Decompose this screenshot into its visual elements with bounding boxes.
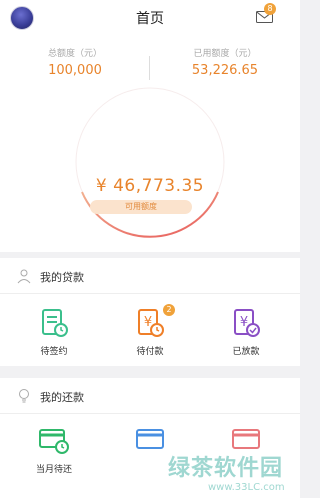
available-credit-value: ¥ 46,773.35	[95, 176, 205, 196]
used-credit: 已用额度（元） 53,226.65	[150, 46, 300, 78]
yuan-check-icon: ¥	[234, 309, 260, 337]
card-icon	[136, 429, 164, 449]
contract-doc-icon	[42, 309, 68, 337]
repay-item-2[interactable]	[100, 426, 200, 462]
total-credit-value: 100,000	[48, 63, 102, 78]
loan-item-label: 待付款	[136, 347, 164, 357]
card-icon	[232, 429, 260, 449]
my-repayments-section: 我的还款 当月待还	[0, 378, 300, 498]
used-credit-label: 已用额度（元）	[193, 49, 257, 59]
user-icon	[17, 269, 31, 284]
loan-item-label: 已放款	[232, 347, 260, 357]
pending-payment-badge: 2	[163, 304, 175, 316]
credit-gauge	[75, 87, 225, 238]
repay-this-month[interactable]: 当月待还	[4, 426, 104, 475]
loan-pending-sign[interactable]: 待签约	[4, 308, 104, 357]
loan-item-label: 待签约	[40, 347, 68, 357]
page-title: 首页	[136, 11, 164, 27]
bulb-icon	[19, 389, 29, 403]
loan-disbursed[interactable]: ¥ 已放款	[196, 308, 296, 357]
my-loans-title: 我的贷款	[40, 271, 84, 284]
total-credit-label: 总额度（元）	[47, 49, 102, 59]
my-repayments-header: 我的还款	[0, 378, 300, 414]
repay-item-3[interactable]	[196, 426, 296, 462]
card-clock-icon	[39, 429, 69, 454]
repay-item-label: 当月待还	[35, 465, 72, 475]
my-repayments-title: 我的还款	[40, 391, 84, 404]
credit-summary: 总额度（元） 100,000 已用额度（元） 53,226.65 ¥ 46,77…	[0, 34, 300, 252]
mail-badge: 8	[264, 3, 276, 15]
yuan-clock-icon: ¥	[138, 309, 164, 337]
available-credit-label: 可用额度	[90, 200, 192, 214]
top-bar: 首页 8	[0, 0, 300, 34]
total-credit: 总额度（元） 100,000	[0, 46, 150, 78]
used-credit-value: 53,226.65	[191, 63, 259, 78]
my-loans-header: 我的贷款	[0, 258, 300, 294]
my-loans-section: 我的贷款 待签约 ¥ 待付款 2 ¥ 已放款	[0, 258, 300, 366]
loan-pending-payment[interactable]: ¥ 待付款	[100, 308, 200, 357]
